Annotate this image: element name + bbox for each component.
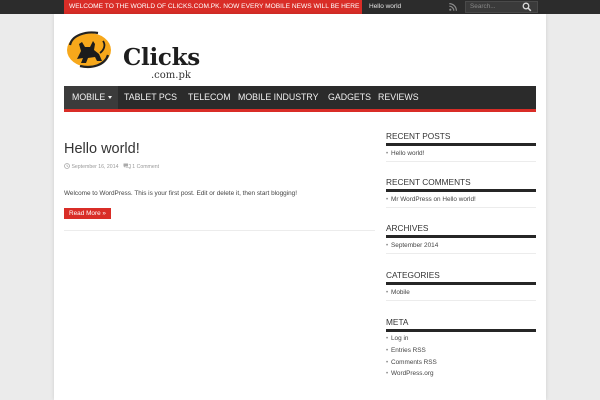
widget-title-recent-comments: RECENT COMMENTS (386, 177, 471, 187)
widget-divider (386, 235, 536, 238)
list-item: • Hello world! (386, 149, 424, 159)
widget-divider (386, 143, 536, 146)
post-excerpt: Welcome to WordPress. This is your first… (64, 190, 298, 197)
comment-post-link[interactable]: Hello world! (442, 196, 475, 203)
comment-connector: on (433, 196, 441, 203)
breaking-news-link[interactable]: Hello world (369, 0, 401, 14)
list-item: • Mr WordPress on Hello world! (386, 195, 476, 205)
main-nav: MOBILE TABLET PCS TELECOM MOBILE INDUSTR… (64, 86, 536, 112)
nav-item-tablet-pcs[interactable]: TABLET PCS (124, 86, 177, 109)
list-item: • Entries RSS (386, 346, 426, 356)
nav-item-mobile[interactable]: MOBILE (64, 86, 119, 109)
list-item: • Mobile (386, 288, 410, 298)
widget-divider (386, 329, 536, 332)
nav-item-telecom[interactable]: TELECOM (188, 86, 231, 109)
item-divider (386, 253, 536, 254)
list-item: • September 2014 (386, 241, 438, 251)
rss-icon[interactable] (449, 3, 457, 11)
page-container: Clicks .com.pk MOBILE TABLET PCS TELECOM… (54, 14, 546, 400)
search-icon[interactable] (522, 2, 532, 12)
archive-link[interactable]: September 2014 (391, 242, 438, 249)
post-meta: September 16, 2014 1 Comment (64, 163, 159, 171)
clock-icon (64, 163, 70, 169)
meta-link-entries-rss[interactable]: Entries RSS (391, 347, 426, 354)
widget-divider (386, 189, 536, 192)
widget-title-meta: META (386, 317, 409, 327)
comments-icon (123, 163, 131, 170)
chevron-down-icon (108, 96, 113, 99)
list-item: • WordPress.org (386, 369, 434, 379)
list-item: • Comments RSS (386, 358, 437, 368)
item-divider (386, 161, 536, 162)
nav-item-gadgets[interactable]: GADGETS (328, 86, 371, 109)
list-item: • Log in (386, 334, 408, 344)
recent-post-link[interactable]: Hello world! (391, 150, 424, 157)
site-logo[interactable]: Clicks .com.pk (64, 28, 200, 81)
meta-link-log-in[interactable]: Log in (391, 335, 408, 342)
nav-item-mobile-industry[interactable]: MOBILE INDUSTRY (238, 86, 319, 109)
widget-divider (386, 282, 536, 285)
top-bar: WELCOME TO THE WORLD OF CLICKS.COM.PK. N… (0, 0, 600, 14)
widget-title-recent-posts: RECENT POSTS (386, 131, 451, 141)
widget-title-categories: CATEGORIES (386, 270, 440, 280)
breaking-news-label: WELCOME TO THE WORLD OF CLICKS.COM.PK. N… (64, 0, 362, 14)
item-divider (386, 207, 536, 208)
post-date: September 16, 2014 (71, 164, 119, 170)
post-title[interactable]: Hello world! (64, 140, 140, 158)
nav-item-label: MOBILE (72, 92, 106, 102)
widget-title-archives: ARCHIVES (386, 223, 429, 233)
read-more-button[interactable]: Read More » (64, 208, 111, 219)
nav-item-reviews[interactable]: REVIEWS (378, 86, 419, 109)
post-comments-link[interactable]: 1 Comment (132, 164, 159, 170)
comment-author-link[interactable]: Mr WordPress (391, 196, 432, 203)
cat-circle-logo (67, 31, 111, 69)
item-divider (386, 300, 536, 301)
meta-link-comments-rss[interactable]: Comments RSS (391, 359, 437, 366)
logo-domain-suffix: .com.pk (151, 70, 191, 81)
post-divider (64, 230, 375, 231)
logo-wordmark: Clicks (123, 44, 200, 71)
meta-link-wordpress-org[interactable]: WordPress.org (391, 370, 434, 377)
category-link[interactable]: Mobile (391, 289, 410, 296)
